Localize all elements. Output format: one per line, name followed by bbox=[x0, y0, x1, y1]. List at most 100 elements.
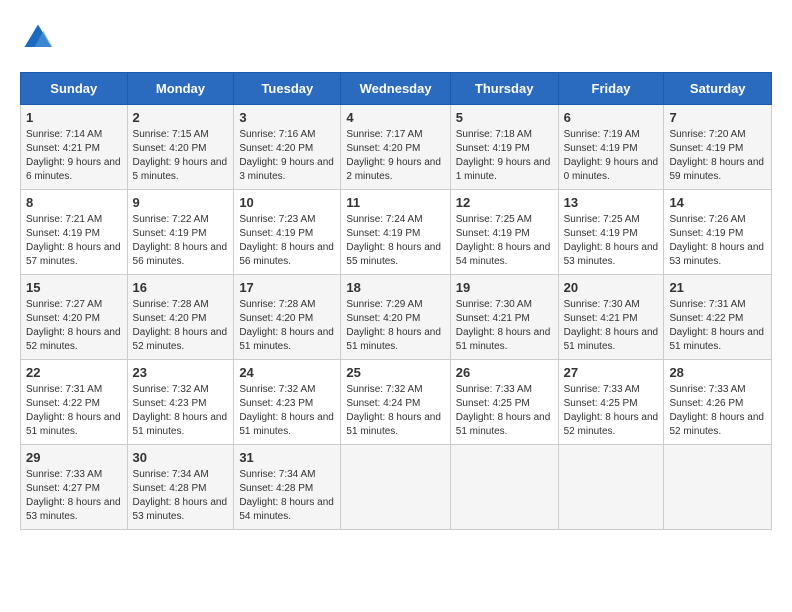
calendar-cell: 18 Sunrise: 7:29 AM Sunset: 4:20 PM Dayl… bbox=[341, 275, 450, 360]
day-number: 22 bbox=[26, 365, 122, 380]
calendar-cell: 21 Sunrise: 7:31 AM Sunset: 4:22 PM Dayl… bbox=[664, 275, 772, 360]
day-info: Sunrise: 7:30 AM Sunset: 4:21 PM Dayligh… bbox=[564, 298, 659, 354]
day-number: 26 bbox=[456, 365, 553, 380]
calendar-cell: 10 Sunrise: 7:23 AM Sunset: 4:19 PM Dayl… bbox=[234, 190, 341, 275]
day-number: 30 bbox=[133, 450, 229, 465]
logo bbox=[20, 20, 60, 56]
calendar-cell bbox=[341, 445, 450, 530]
day-info: Sunrise: 7:32 AM Sunset: 4:24 PM Dayligh… bbox=[346, 383, 444, 439]
day-number: 14 bbox=[669, 195, 766, 210]
calendar-cell: 8 Sunrise: 7:21 AM Sunset: 4:19 PM Dayli… bbox=[21, 190, 128, 275]
day-number: 10 bbox=[239, 195, 335, 210]
col-header-thursday: Thursday bbox=[450, 73, 558, 105]
day-number: 9 bbox=[133, 195, 229, 210]
week-row-1: 1 Sunrise: 7:14 AM Sunset: 4:21 PM Dayli… bbox=[21, 105, 772, 190]
day-info: Sunrise: 7:21 AM Sunset: 4:19 PM Dayligh… bbox=[26, 213, 122, 269]
col-header-monday: Monday bbox=[127, 73, 234, 105]
day-number: 23 bbox=[133, 365, 229, 380]
day-info: Sunrise: 7:31 AM Sunset: 4:22 PM Dayligh… bbox=[26, 383, 122, 439]
day-number: 18 bbox=[346, 280, 444, 295]
day-number: 1 bbox=[26, 110, 122, 125]
calendar-cell: 7 Sunrise: 7:20 AM Sunset: 4:19 PM Dayli… bbox=[664, 105, 772, 190]
calendar-cell: 19 Sunrise: 7:30 AM Sunset: 4:21 PM Dayl… bbox=[450, 275, 558, 360]
calendar-cell: 2 Sunrise: 7:15 AM Sunset: 4:20 PM Dayli… bbox=[127, 105, 234, 190]
day-info: Sunrise: 7:14 AM Sunset: 4:21 PM Dayligh… bbox=[26, 128, 122, 184]
day-number: 27 bbox=[564, 365, 659, 380]
day-number: 25 bbox=[346, 365, 444, 380]
day-info: Sunrise: 7:15 AM Sunset: 4:20 PM Dayligh… bbox=[133, 128, 229, 184]
week-row-3: 15 Sunrise: 7:27 AM Sunset: 4:20 PM Dayl… bbox=[21, 275, 772, 360]
week-row-5: 29 Sunrise: 7:33 AM Sunset: 4:27 PM Dayl… bbox=[21, 445, 772, 530]
calendar-cell: 31 Sunrise: 7:34 AM Sunset: 4:28 PM Dayl… bbox=[234, 445, 341, 530]
calendar-cell: 24 Sunrise: 7:32 AM Sunset: 4:23 PM Dayl… bbox=[234, 360, 341, 445]
day-info: Sunrise: 7:30 AM Sunset: 4:21 PM Dayligh… bbox=[456, 298, 553, 354]
day-number: 6 bbox=[564, 110, 659, 125]
calendar-cell: 9 Sunrise: 7:22 AM Sunset: 4:19 PM Dayli… bbox=[127, 190, 234, 275]
calendar-cell: 12 Sunrise: 7:25 AM Sunset: 4:19 PM Dayl… bbox=[450, 190, 558, 275]
calendar-cell: 15 Sunrise: 7:27 AM Sunset: 4:20 PM Dayl… bbox=[21, 275, 128, 360]
day-info: Sunrise: 7:34 AM Sunset: 4:28 PM Dayligh… bbox=[133, 468, 229, 524]
calendar-cell: 5 Sunrise: 7:18 AM Sunset: 4:19 PM Dayli… bbox=[450, 105, 558, 190]
day-info: Sunrise: 7:23 AM Sunset: 4:19 PM Dayligh… bbox=[239, 213, 335, 269]
calendar-cell: 26 Sunrise: 7:33 AM Sunset: 4:25 PM Dayl… bbox=[450, 360, 558, 445]
calendar-cell: 17 Sunrise: 7:28 AM Sunset: 4:20 PM Dayl… bbox=[234, 275, 341, 360]
day-info: Sunrise: 7:27 AM Sunset: 4:20 PM Dayligh… bbox=[26, 298, 122, 354]
calendar-cell: 27 Sunrise: 7:33 AM Sunset: 4:25 PM Dayl… bbox=[558, 360, 664, 445]
logo-icon bbox=[20, 20, 56, 56]
day-number: 17 bbox=[239, 280, 335, 295]
day-info: Sunrise: 7:24 AM Sunset: 4:19 PM Dayligh… bbox=[346, 213, 444, 269]
calendar-cell: 29 Sunrise: 7:33 AM Sunset: 4:27 PM Dayl… bbox=[21, 445, 128, 530]
day-number: 15 bbox=[26, 280, 122, 295]
day-number: 31 bbox=[239, 450, 335, 465]
day-info: Sunrise: 7:25 AM Sunset: 4:19 PM Dayligh… bbox=[456, 213, 553, 269]
calendar-cell: 3 Sunrise: 7:16 AM Sunset: 4:20 PM Dayli… bbox=[234, 105, 341, 190]
day-number: 24 bbox=[239, 365, 335, 380]
calendar-cell: 4 Sunrise: 7:17 AM Sunset: 4:20 PM Dayli… bbox=[341, 105, 450, 190]
day-info: Sunrise: 7:34 AM Sunset: 4:28 PM Dayligh… bbox=[239, 468, 335, 524]
day-info: Sunrise: 7:20 AM Sunset: 4:19 PM Dayligh… bbox=[669, 128, 766, 184]
day-number: 4 bbox=[346, 110, 444, 125]
day-info: Sunrise: 7:16 AM Sunset: 4:20 PM Dayligh… bbox=[239, 128, 335, 184]
day-info: Sunrise: 7:22 AM Sunset: 4:19 PM Dayligh… bbox=[133, 213, 229, 269]
calendar-cell: 25 Sunrise: 7:32 AM Sunset: 4:24 PM Dayl… bbox=[341, 360, 450, 445]
calendar-cell: 23 Sunrise: 7:32 AM Sunset: 4:23 PM Dayl… bbox=[127, 360, 234, 445]
day-info: Sunrise: 7:28 AM Sunset: 4:20 PM Dayligh… bbox=[133, 298, 229, 354]
calendar-cell: 22 Sunrise: 7:31 AM Sunset: 4:22 PM Dayl… bbox=[21, 360, 128, 445]
calendar-cell: 11 Sunrise: 7:24 AM Sunset: 4:19 PM Dayl… bbox=[341, 190, 450, 275]
calendar-cell: 14 Sunrise: 7:26 AM Sunset: 4:19 PM Dayl… bbox=[664, 190, 772, 275]
col-header-tuesday: Tuesday bbox=[234, 73, 341, 105]
calendar-cell: 16 Sunrise: 7:28 AM Sunset: 4:20 PM Dayl… bbox=[127, 275, 234, 360]
day-info: Sunrise: 7:26 AM Sunset: 4:19 PM Dayligh… bbox=[669, 213, 766, 269]
week-row-2: 8 Sunrise: 7:21 AM Sunset: 4:19 PM Dayli… bbox=[21, 190, 772, 275]
calendar-cell: 20 Sunrise: 7:30 AM Sunset: 4:21 PM Dayl… bbox=[558, 275, 664, 360]
day-number: 12 bbox=[456, 195, 553, 210]
day-number: 11 bbox=[346, 195, 444, 210]
day-info: Sunrise: 7:32 AM Sunset: 4:23 PM Dayligh… bbox=[133, 383, 229, 439]
calendar-cell: 6 Sunrise: 7:19 AM Sunset: 4:19 PM Dayli… bbox=[558, 105, 664, 190]
day-info: Sunrise: 7:19 AM Sunset: 4:19 PM Dayligh… bbox=[564, 128, 659, 184]
calendar-cell bbox=[450, 445, 558, 530]
col-header-sunday: Sunday bbox=[21, 73, 128, 105]
day-info: Sunrise: 7:33 AM Sunset: 4:26 PM Dayligh… bbox=[669, 383, 766, 439]
day-info: Sunrise: 7:25 AM Sunset: 4:19 PM Dayligh… bbox=[564, 213, 659, 269]
day-number: 13 bbox=[564, 195, 659, 210]
day-info: Sunrise: 7:33 AM Sunset: 4:25 PM Dayligh… bbox=[456, 383, 553, 439]
day-number: 7 bbox=[669, 110, 766, 125]
calendar-cell bbox=[558, 445, 664, 530]
day-info: Sunrise: 7:33 AM Sunset: 4:25 PM Dayligh… bbox=[564, 383, 659, 439]
day-info: Sunrise: 7:31 AM Sunset: 4:22 PM Dayligh… bbox=[669, 298, 766, 354]
col-header-friday: Friday bbox=[558, 73, 664, 105]
calendar-cell: 1 Sunrise: 7:14 AM Sunset: 4:21 PM Dayli… bbox=[21, 105, 128, 190]
day-number: 19 bbox=[456, 280, 553, 295]
day-info: Sunrise: 7:18 AM Sunset: 4:19 PM Dayligh… bbox=[456, 128, 553, 184]
day-number: 29 bbox=[26, 450, 122, 465]
day-number: 28 bbox=[669, 365, 766, 380]
day-info: Sunrise: 7:17 AM Sunset: 4:20 PM Dayligh… bbox=[346, 128, 444, 184]
day-info: Sunrise: 7:28 AM Sunset: 4:20 PM Dayligh… bbox=[239, 298, 335, 354]
day-info: Sunrise: 7:33 AM Sunset: 4:27 PM Dayligh… bbox=[26, 468, 122, 524]
header bbox=[20, 20, 772, 56]
day-info: Sunrise: 7:32 AM Sunset: 4:23 PM Dayligh… bbox=[239, 383, 335, 439]
col-header-saturday: Saturday bbox=[664, 73, 772, 105]
calendar-cell: 28 Sunrise: 7:33 AM Sunset: 4:26 PM Dayl… bbox=[664, 360, 772, 445]
day-number: 3 bbox=[239, 110, 335, 125]
